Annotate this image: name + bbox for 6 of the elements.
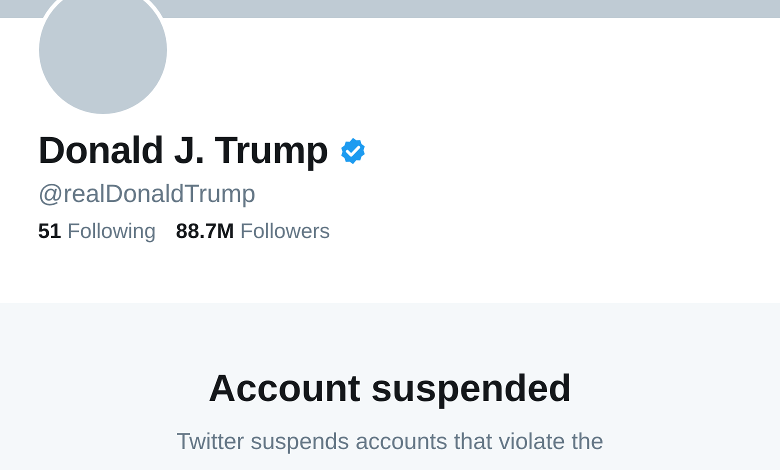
profile-name: Donald J. Trump [38, 129, 328, 174]
profile-handle: @realDonaldTrump [38, 179, 257, 210]
stat-link[interactable]: 88.7M Followers [176, 218, 330, 246]
suspension-title: Account suspended [208, 367, 572, 411]
suspension-text: Twitter suspends accounts that violate the [176, 427, 604, 455]
stat-link[interactable]: 51 Following [38, 218, 156, 246]
